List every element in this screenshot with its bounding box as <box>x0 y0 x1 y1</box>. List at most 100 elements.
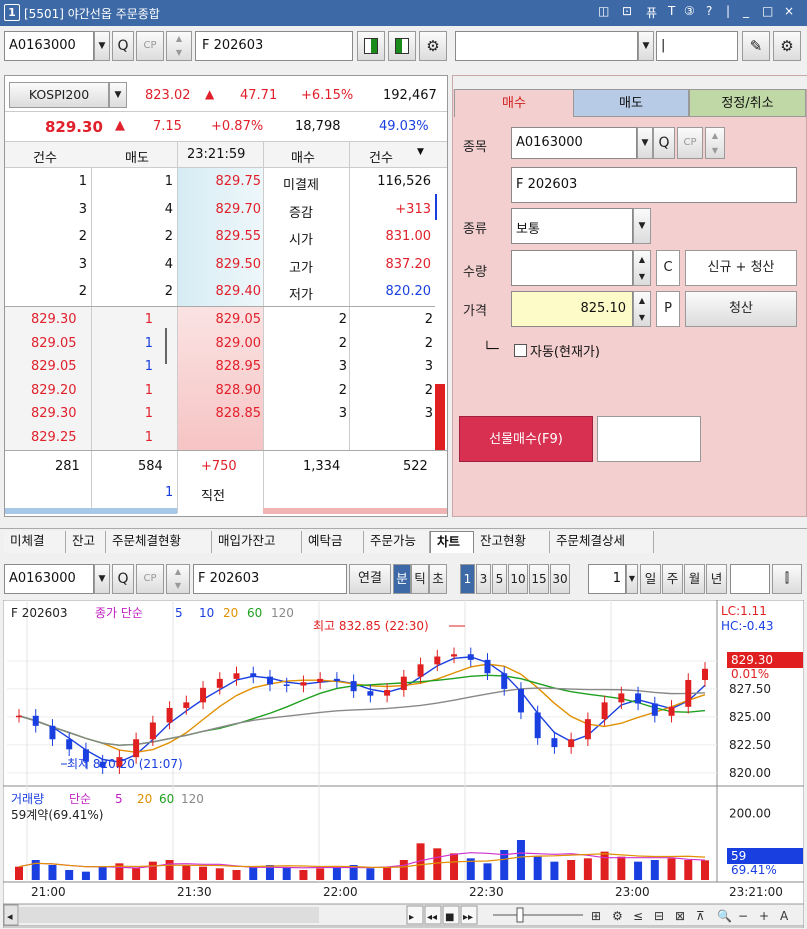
tick-price: 829.30 <box>31 312 77 327</box>
bottom-tab[interactable]: 미체결 <box>4 531 66 553</box>
chart-product-input[interactable]: F 202603 <box>193 564 347 594</box>
new-close-button[interactable]: 신규 + 청산 <box>685 250 797 286</box>
ask-price[interactable]: 829.40 <box>216 284 262 299</box>
code-lookup-icon[interactable]: CP <box>136 31 164 61</box>
chart-field[interactable] <box>730 564 770 594</box>
number-icon[interactable]: ③ <box>684 4 695 18</box>
order-symbol-input[interactable]: A0163000 <box>511 127 637 159</box>
volume-bar <box>81 871 90 880</box>
maximize-icon[interactable]: □ <box>762 4 773 18</box>
playback-icon: ▸▸ <box>463 912 473 923</box>
futures-buy-button[interactable]: 선물매수(F9) <box>459 416 593 462</box>
bid-price[interactable]: 828.90 <box>216 383 262 398</box>
order-product-input[interactable]: F 202603 <box>511 167 797 203</box>
qty-stepper[interactable]: ▲ ▼ <box>633 250 651 286</box>
bid-price[interactable]: 828.85 <box>216 406 262 421</box>
period-button[interactable]: 주 <box>662 564 683 594</box>
bottom-tab[interactable]: 예탁금 <box>302 531 364 553</box>
code-lookup-icon[interactable]: CP <box>677 127 703 159</box>
chart-account-input[interactable]: A0163000 <box>4 564 94 594</box>
account-input[interactable]: A0163000 <box>4 31 94 61</box>
ask-price[interactable]: 829.75 <box>216 174 262 189</box>
period-button[interactable]: 일 <box>640 564 661 594</box>
split-right-icon[interactable] <box>388 31 416 61</box>
unit-button[interactable]: 분 <box>393 564 411 594</box>
tab-buy[interactable]: 매수 <box>454 89 574 117</box>
auto-checkbox[interactable] <box>514 344 527 357</box>
volume-bar <box>232 870 241 880</box>
chevron-down-icon[interactable]: ▼ <box>109 82 127 108</box>
chevron-down-icon[interactable]: ▼ <box>638 31 654 61</box>
close-icon[interactable]: × <box>784 4 794 18</box>
right-account-input[interactable] <box>455 31 638 61</box>
interval-button[interactable]: 5 <box>492 564 507 594</box>
tab-sell[interactable]: 매도 <box>573 89 689 117</box>
zoom-slider-handle[interactable] <box>516 907 524 923</box>
interval-button[interactable]: 3 <box>476 564 491 594</box>
y-tick-label: 820.00 <box>729 766 771 780</box>
bottom-tab[interactable]: 주문가능 <box>364 531 430 553</box>
search-icon[interactable]: Q <box>112 31 134 61</box>
bottom-tab[interactable]: 차트 <box>430 531 474 553</box>
price-stepper[interactable]: ▲ ▼ <box>633 291 651 327</box>
interval-button[interactable]: 30 <box>550 564 570 594</box>
spin-icon[interactable]: ▲ ▼ <box>705 127 725 159</box>
period-button[interactable]: 월 <box>684 564 705 594</box>
order-price-input[interactable]: 825.10 <box>511 291 633 327</box>
gear-icon[interactable]: ⚙ <box>419 31 447 61</box>
spin-icon[interactable]: ▲ ▼ <box>166 31 192 61</box>
interval-button[interactable]: 1 <box>460 564 475 594</box>
p-button[interactable]: P <box>656 291 680 327</box>
chevron-down-icon[interactable]: ▼ <box>633 208 651 244</box>
bottom-tab[interactable]: 주문체결현황 <box>106 531 212 553</box>
candle-icon[interactable]: ⫿ <box>772 564 802 594</box>
gear-icon[interactable]: ⚙ <box>773 31 801 61</box>
price-candle <box>551 738 558 748</box>
count-input[interactable]: 1 <box>588 564 626 594</box>
spin-icon[interactable]: ▲ ▼ <box>166 564 190 594</box>
period-button[interactable]: 년 <box>706 564 727 594</box>
chevron-down-icon[interactable]: ▼ <box>417 147 424 157</box>
bottom-tab[interactable]: 주문체결상세 <box>550 531 654 553</box>
bottom-tab[interactable]: 잔고현황 <box>474 531 550 553</box>
scroll-thumb[interactable] <box>19 907 319 923</box>
chevron-down-icon[interactable]: ▼ <box>637 127 653 159</box>
interval-button[interactable]: 10 <box>508 564 528 594</box>
bid-price[interactable]: 829.05 <box>216 312 262 327</box>
index-select[interactable]: KOSPI200 <box>9 82 109 108</box>
font-icon[interactable]: T <box>668 4 675 18</box>
search-icon[interactable]: Q <box>112 564 134 594</box>
split-left-icon[interactable] <box>357 31 385 61</box>
bid-price[interactable]: 828.95 <box>216 359 262 374</box>
tile-icon[interactable]: ⊡ <box>622 4 632 18</box>
order-qty-input[interactable] <box>511 250 633 286</box>
chart-area[interactable]: 830.00827.50825.00822.50820.00200.0021:0… <box>3 600 804 928</box>
password-input[interactable]: | <box>656 31 738 61</box>
ask-price[interactable]: 829.50 <box>216 257 262 272</box>
close-position-button[interactable]: 청산 <box>685 291 797 327</box>
minimize-icon[interactable]: _ <box>743 4 749 18</box>
edit-icon[interactable]: ✎ <box>742 31 770 61</box>
price-candle <box>584 719 591 740</box>
unit-button[interactable]: 초 <box>429 564 447 594</box>
interval-button[interactable]: 15 <box>529 564 549 594</box>
unit-button[interactable]: 틱 <box>411 564 429 594</box>
code-lookup-icon[interactable]: CP <box>136 564 164 594</box>
bottom-tab[interactable]: 잔고 <box>66 531 106 553</box>
tab-modify[interactable]: 정정/취소 <box>689 89 806 117</box>
help-icon[interactable]: ? <box>706 4 712 18</box>
search-icon[interactable]: Q <box>653 127 675 159</box>
chevron-down-icon[interactable]: ▼ <box>626 564 638 594</box>
ask-price[interactable]: 829.70 <box>216 202 262 217</box>
ask-price[interactable]: 829.55 <box>216 229 262 244</box>
restore-icon[interactable]: ◫ <box>598 4 609 18</box>
bid-price[interactable]: 829.00 <box>216 336 262 351</box>
bottom-tab[interactable]: 매입가잔고 <box>212 531 302 553</box>
chevron-down-icon[interactable]: ▼ <box>94 31 110 61</box>
c-button[interactable]: C <box>656 250 680 286</box>
pin-icon[interactable]: 퓨 <box>646 4 657 21</box>
chevron-down-icon[interactable]: ▼ <box>94 564 110 594</box>
product-input[interactable]: F 202603 <box>195 31 353 61</box>
link-button[interactable]: 연결 <box>349 564 391 594</box>
order-type-select[interactable]: 보통 <box>511 208 633 244</box>
